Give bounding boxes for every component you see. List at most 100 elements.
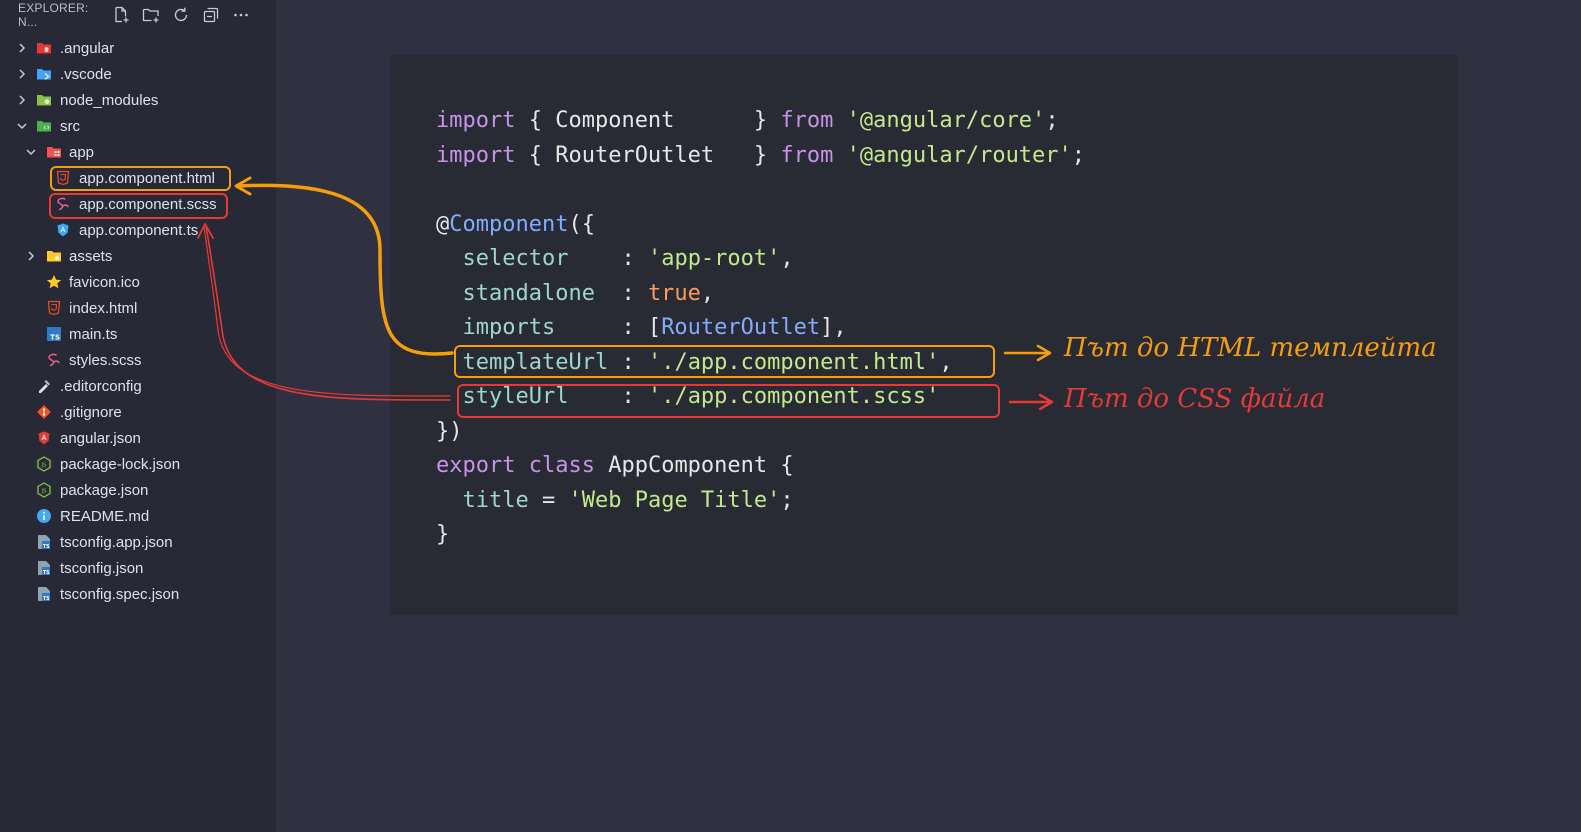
code-token: @ xyxy=(436,211,450,237)
star-icon xyxy=(46,274,62,290)
style-note: Път до CSS файла xyxy=(1064,384,1326,414)
highlight-template-url xyxy=(454,345,995,378)
code-line: selector : 'app-root', xyxy=(436,242,1085,277)
tree-item-tsconfig-json[interactable]: TS tsconfig.json xyxy=(0,555,276,581)
code-token: { Component } xyxy=(515,108,781,133)
tree-item-app-folder[interactable]: app xyxy=(0,139,276,165)
code-token: ], xyxy=(820,315,847,340)
svg-text:TS: TS xyxy=(43,596,50,602)
code-token: imports xyxy=(462,315,556,340)
tree-item-gitignore[interactable]: .gitignore xyxy=(0,399,276,425)
tree-item-readme-md[interactable]: README.md xyxy=(0,503,276,529)
chevron-right-icon xyxy=(16,42,28,54)
refresh-icon[interactable] xyxy=(166,3,196,27)
tree-item-favicon-ico[interactable]: favicon.ico xyxy=(0,269,276,295)
code-line: imports : [RouterOutlet], xyxy=(436,311,1085,346)
code-token: ; xyxy=(780,487,794,513)
typescript-icon: TS xyxy=(46,326,62,342)
code-token: RouterOutlet xyxy=(661,315,821,340)
code-line: import { RouterOutlet } from '@angular/r… xyxy=(436,139,1085,174)
chevron-down-icon xyxy=(25,146,37,158)
tsconfig-icon: TS xyxy=(36,560,52,576)
code-token: class xyxy=(528,453,595,478)
explorer-sidebar: EXPLORER: N... .angular .vscode node_mod… xyxy=(0,0,276,832)
code-token: ({ xyxy=(568,211,595,237)
svg-text:TS: TS xyxy=(43,570,50,576)
tsconfig-icon: TS xyxy=(36,586,52,602)
code-token: ; xyxy=(1071,142,1086,168)
code-token: '@angular/core' xyxy=(846,108,1046,133)
tree-item-app-component-ts[interactable]: app.component.ts xyxy=(0,217,276,243)
tree-item-package-json[interactable]: JS package.json xyxy=(0,477,276,503)
code-token: , xyxy=(780,246,794,271)
nodejs-icon: JS xyxy=(36,482,52,498)
code-token: AppComponent { xyxy=(594,453,794,478)
chevron-down-icon xyxy=(16,120,28,132)
tree-item-vscode-folder[interactable]: .vscode xyxy=(0,61,276,87)
code-line: title = 'Web Page Title'; xyxy=(436,484,1085,519)
chevron-right-icon xyxy=(16,94,28,106)
template-note: Път до HTML темплейта xyxy=(1064,333,1437,363)
tree-item-angular-folder[interactable]: .angular xyxy=(0,35,276,61)
code-token: from xyxy=(780,142,834,168)
code-line: import { Component } from '@angular/core… xyxy=(436,104,1085,139)
explorer-title: EXPLORER: N... xyxy=(18,1,89,29)
code-token: = xyxy=(528,487,569,513)
explorer-header: EXPLORER: N... xyxy=(0,0,276,30)
editorconfig-icon xyxy=(36,378,52,394)
tree-item-src-folder[interactable]: src xyxy=(0,113,276,139)
tree-item-node-modules-folder[interactable]: node_modules xyxy=(0,87,276,113)
tsconfig-icon: TS xyxy=(36,534,52,550)
assets-folder-icon xyxy=(46,248,62,264)
tree-item-main-ts[interactable]: TS main.ts xyxy=(0,321,276,347)
more-actions-icon[interactable] xyxy=(226,3,256,27)
highlight-html-file xyxy=(50,166,231,191)
code-token: }) xyxy=(436,418,463,444)
svg-text:JS: JS xyxy=(40,463,47,469)
svg-text:TS: TS xyxy=(43,544,50,550)
tree-item-editorconfig[interactable]: .editorconfig xyxy=(0,373,276,399)
code-token: ; xyxy=(1045,108,1059,133)
chevron-right-icon xyxy=(25,250,37,262)
code-token: standalone xyxy=(462,280,595,306)
code-token: from xyxy=(780,108,834,133)
tree-item-index-html[interactable]: index.html xyxy=(0,295,276,321)
code-token: } xyxy=(436,522,450,547)
tree-item-angular-json[interactable]: angular.json xyxy=(0,425,276,451)
code-line: export class AppComponent { xyxy=(436,449,1085,484)
new-folder-icon[interactable] xyxy=(136,3,166,27)
angular-folder-icon xyxy=(36,40,52,56)
code-token: import xyxy=(436,142,516,168)
file-tree: .angular .vscode node_modules src app ap… xyxy=(0,35,276,607)
code-token: true xyxy=(647,280,701,306)
chevron-right-icon xyxy=(16,68,28,80)
highlight-scss-file xyxy=(49,193,228,219)
html5-icon xyxy=(46,300,62,316)
tree-item-tsconfig-spec-json[interactable]: TS tsconfig.spec.json xyxy=(0,581,276,607)
code-token: selector xyxy=(462,246,569,271)
info-icon xyxy=(36,508,52,524)
code-token: : xyxy=(594,280,648,306)
code-token: : xyxy=(568,246,648,271)
tree-item-tsconfig-app-json[interactable]: TS tsconfig.app.json xyxy=(0,529,276,555)
nodejs-icon: JS xyxy=(36,456,52,472)
code-line: @Component({ xyxy=(436,208,1085,243)
code-line: standalone : true, xyxy=(436,277,1085,312)
app-folder-icon xyxy=(46,144,62,160)
new-file-icon[interactable] xyxy=(106,3,136,27)
code-editor: import { Component } from '@angular/core… xyxy=(436,104,1085,553)
tree-item-package-lock-json[interactable]: JS package-lock.json xyxy=(0,451,276,477)
code-token: import xyxy=(436,108,516,133)
collapse-all-icon[interactable] xyxy=(196,3,226,27)
tree-item-styles-scss[interactable]: styles.scss xyxy=(0,347,276,373)
tree-item-assets-folder[interactable]: assets xyxy=(0,243,276,269)
code-token: { RouterOutlet } xyxy=(515,142,781,168)
code-token: '@angular/router' xyxy=(846,142,1072,168)
